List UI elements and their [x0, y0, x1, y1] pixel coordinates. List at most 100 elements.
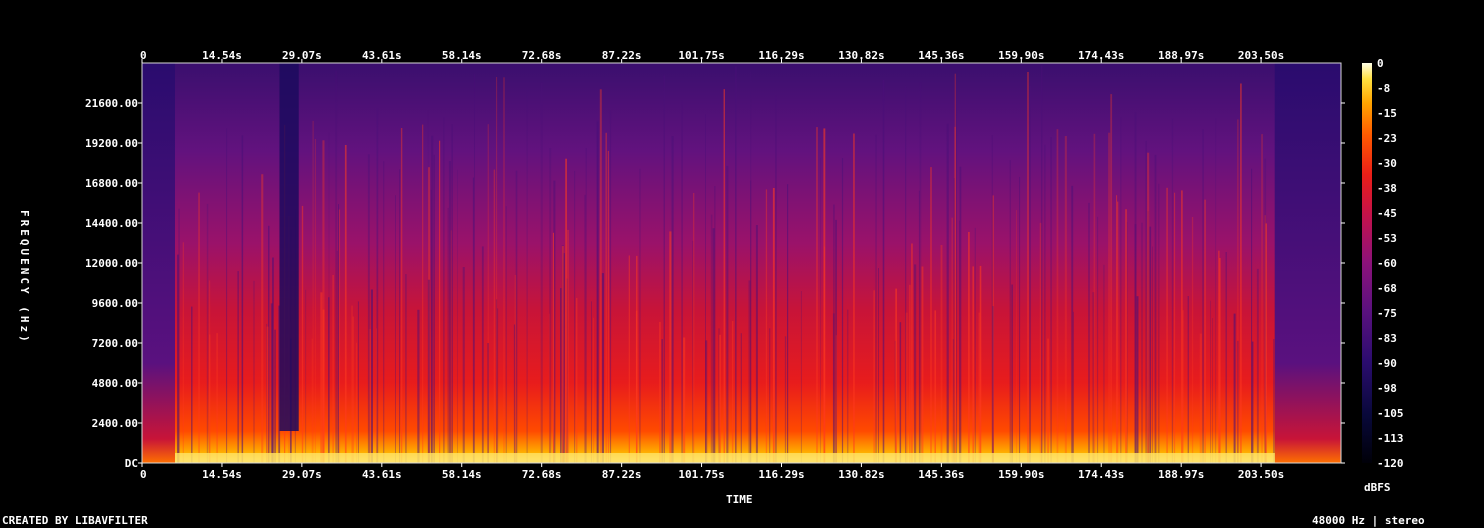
- x-tick-label-bottom: 72.68s: [522, 468, 562, 481]
- spectral-streak: [1225, 252, 1227, 463]
- spectral-streak: [1265, 223, 1267, 463]
- spectral-streak: [1261, 134, 1263, 463]
- spectral-streak: [462, 267, 465, 463]
- spectral-streak: [1199, 333, 1202, 463]
- spectral-streak: [395, 195, 396, 463]
- spectral-streak: [481, 246, 484, 463]
- y-tick-label: 7200.00: [92, 337, 138, 350]
- spectral-streak: [712, 228, 715, 463]
- spectral-streak: [882, 80, 885, 463]
- spectral-streak: [261, 174, 264, 463]
- spectral-streak: [253, 280, 255, 463]
- x-tick-label-bottom: 130.82s: [838, 468, 884, 481]
- spectral-streak: [1136, 296, 1139, 463]
- spectral-streak: [1116, 195, 1118, 463]
- spectral-streak: [400, 128, 403, 463]
- x-axis-label: TIME: [726, 493, 753, 506]
- spectral-streak: [1092, 292, 1095, 463]
- spectral-streak: [417, 309, 420, 463]
- spectral-streak: [599, 89, 602, 464]
- spectral-streak: [357, 301, 359, 463]
- spectral-streak: [216, 333, 218, 463]
- colorbar-tick-label: -105: [1377, 407, 1404, 420]
- spectral-streak: [1145, 140, 1147, 463]
- spectral-streak: [1103, 264, 1105, 463]
- spectral-streak: [191, 306, 193, 463]
- spectral-streak: [921, 266, 924, 463]
- spectral-streak: [772, 188, 775, 463]
- spectral-streak: [1027, 72, 1029, 463]
- spectral-streak: [1019, 176, 1021, 463]
- spectral-streak: [1088, 202, 1090, 464]
- spectral-streak: [1166, 187, 1168, 464]
- y-tick-label: 4800.00: [92, 377, 138, 390]
- spectral-streak: [1152, 246, 1153, 463]
- spectral-streak: [1134, 224, 1137, 463]
- spectral-streak: [968, 232, 970, 463]
- spectral-streak: [356, 342, 357, 463]
- spectral-streak: [314, 139, 316, 463]
- spectral-streak: [515, 170, 518, 463]
- spectral-streak: [1029, 85, 1031, 463]
- x-tick-label-bottom: 14.54s: [202, 468, 242, 481]
- spectral-streak: [305, 289, 307, 463]
- spectral-streak: [719, 334, 721, 463]
- spectral-streak: [873, 290, 875, 463]
- y-tick-label: DC: [125, 457, 138, 470]
- spectral-streak: [526, 86, 528, 463]
- spectral-streak: [899, 322, 902, 463]
- spectrogram-intro: [142, 63, 175, 463]
- spectral-streak: [574, 170, 576, 463]
- spectral-streak: [609, 110, 612, 463]
- colorbar: [1362, 63, 1372, 463]
- spectral-streak: [1237, 340, 1239, 463]
- spectral-streak: [1204, 199, 1206, 463]
- spectral-streak: [505, 206, 507, 463]
- spectral-streak: [472, 177, 474, 463]
- spectral-streak: [1158, 183, 1160, 464]
- spectral-streak: [1187, 296, 1189, 463]
- spectral-streak: [731, 321, 734, 463]
- spectral-streak: [769, 328, 771, 463]
- spectral-streak: [952, 339, 954, 463]
- x-tick-label-bottom: 0: [140, 468, 147, 481]
- spectral-streak: [765, 189, 768, 463]
- spectral-streak: [750, 180, 752, 463]
- spectral-streak: [1182, 310, 1184, 463]
- colorbar-tick-label: -120: [1377, 457, 1404, 470]
- spectral-streak: [693, 193, 695, 463]
- spectral-streak: [875, 134, 877, 463]
- spectral-streak: [992, 195, 994, 463]
- spectral-streak: [320, 292, 323, 463]
- x-tick-label-top: 188.97s: [1158, 49, 1204, 62]
- spectral-streak: [552, 232, 554, 463]
- colorbar-tick-label: -60: [1377, 257, 1397, 270]
- spectral-streak: [311, 338, 313, 463]
- spectral-streak: [1009, 160, 1011, 463]
- y-tick-label: 12000.00: [85, 257, 138, 270]
- spectral-streak: [895, 288, 897, 463]
- spectral-streak: [784, 336, 787, 463]
- x-tick-label-top: 87.22s: [602, 49, 642, 62]
- spectral-streak: [833, 204, 835, 463]
- spectral-streak: [956, 83, 957, 463]
- spectral-streak: [1117, 201, 1119, 463]
- spectral-streak: [1071, 185, 1074, 464]
- y-tick-label: 14400.00: [85, 217, 138, 230]
- spectral-streak: [918, 190, 920, 464]
- spectral-streak: [439, 140, 441, 463]
- spectral-streak: [1016, 210, 1017, 463]
- colorbar-tick-label: -45: [1377, 207, 1397, 220]
- spectral-streak: [447, 207, 449, 463]
- spectral-streak: [959, 220, 960, 463]
- spectral-streak: [934, 310, 936, 463]
- spectral-streak: [561, 245, 564, 463]
- spectral-streak: [1041, 65, 1043, 464]
- spectral-streak: [584, 194, 586, 464]
- spectral-streak: [820, 157, 821, 463]
- spectral-streak: [591, 301, 592, 463]
- x-tick-label-top: 101.75s: [678, 49, 724, 62]
- colorbar-tick-label: -8: [1377, 82, 1390, 95]
- spectral-streak: [451, 124, 453, 463]
- x-tick-label-bottom: 58.14s: [442, 468, 482, 481]
